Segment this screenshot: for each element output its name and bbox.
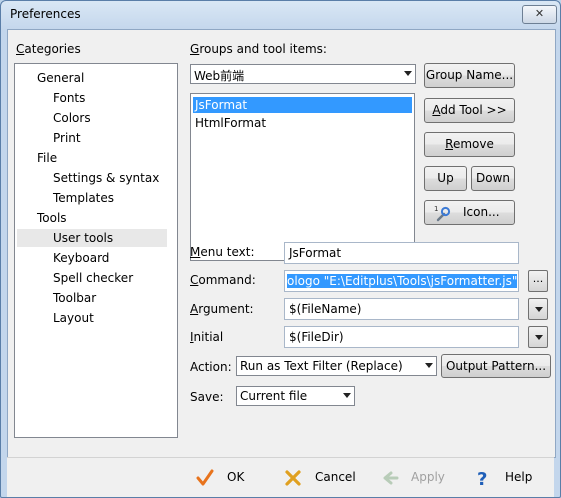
- tree-item-fonts[interactable]: Fonts: [49, 89, 89, 107]
- help-icon: ?: [477, 469, 487, 488]
- save-select[interactable]: Current file: [236, 386, 355, 406]
- groups-label: Groups and tool items:: [190, 42, 327, 56]
- apply-arrow-icon: [383, 471, 399, 485]
- action-label: Action:: [190, 360, 232, 374]
- argument-field[interactable]: $(FileName): [284, 298, 519, 320]
- tool-item-jsformat[interactable]: JsFormat: [193, 97, 412, 113]
- group-select[interactable]: Web前端: [190, 64, 416, 84]
- menu-text-field[interactable]: JsFormat: [284, 242, 519, 264]
- action-select[interactable]: Run as Text Filter (Replace): [236, 356, 437, 376]
- up-button[interactable]: Up: [424, 166, 467, 191]
- tree-item-toolbar[interactable]: Toolbar: [49, 289, 100, 307]
- svg-text:1: 1: [434, 205, 438, 213]
- tree-item-settings-syntax[interactable]: Settings & syntax: [49, 169, 163, 187]
- chevron-down-icon: [404, 71, 412, 76]
- dialog-body: Categories General Fonts Colors Print Fi…: [7, 29, 556, 458]
- action-select-value: Run as Text Filter (Replace): [240, 359, 403, 373]
- browse-command-button[interactable]: ...: [528, 270, 548, 292]
- tree-item-spell-checker[interactable]: Spell checker: [49, 269, 137, 287]
- apply-label: Apply: [411, 470, 445, 484]
- chevron-down-icon: [425, 363, 433, 368]
- help-label: Help: [505, 470, 533, 484]
- command-label: Command:: [190, 273, 256, 287]
- close-button[interactable]: ✕: [522, 5, 557, 24]
- chevron-down-icon: [535, 335, 543, 340]
- add-tool-button[interactable]: Add Tool >>: [424, 98, 515, 123]
- preferences-window: Preferences ✕ Categories General Fonts C…: [0, 0, 561, 498]
- tree-item-colors[interactable]: Colors: [49, 109, 95, 127]
- tree-item-general[interactable]: General: [33, 69, 88, 87]
- tree-item-file[interactable]: File: [33, 149, 61, 167]
- wrench-icon: 1: [434, 205, 451, 222]
- initial-label: Initial: [190, 330, 224, 344]
- chevron-down-icon: [535, 307, 543, 312]
- group-name-button[interactable]: Group Name...: [424, 63, 515, 88]
- window-title: Preferences: [10, 7, 81, 21]
- remove-button[interactable]: Remove: [424, 132, 515, 157]
- icon-button[interactable]: 1 Icon...: [424, 200, 515, 225]
- tree-item-tools[interactable]: Tools: [33, 209, 71, 227]
- chevron-down-icon: [343, 393, 351, 398]
- tree-item-user-tools[interactable]: User tools: [17, 229, 167, 247]
- argument-menu-button[interactable]: [528, 298, 548, 320]
- icon-button-label: Icon...: [463, 205, 500, 219]
- tree-item-layout[interactable]: Layout: [49, 309, 98, 327]
- command-field[interactable]: ologo "E:\Editplus\Tools\jsFormatter.js": [284, 270, 519, 292]
- categories-tree[interactable]: General Fonts Colors Print File Settings…: [14, 63, 178, 438]
- argument-label: Argument:: [190, 302, 254, 316]
- group-select-value: Web前端: [194, 69, 245, 83]
- command-field-value: ologo "E:\Editplus\Tools\jsFormatter.js": [287, 274, 518, 288]
- tool-item-htmlformat[interactable]: HtmlFormat: [193, 115, 412, 131]
- cancel-x-icon: [285, 470, 301, 486]
- svg-text:?: ?: [477, 469, 487, 488]
- ok-label: OK: [227, 470, 245, 484]
- tree-item-print[interactable]: Print: [49, 129, 85, 147]
- down-button[interactable]: Down: [471, 166, 515, 191]
- tree-item-keyboard[interactable]: Keyboard: [49, 249, 113, 267]
- output-pattern-button[interactable]: Output Pattern...: [441, 354, 551, 378]
- save-select-value: Current file: [240, 389, 308, 403]
- tree-item-templates[interactable]: Templates: [49, 189, 118, 207]
- title-bar[interactable]: Preferences ✕: [1, 1, 560, 29]
- initial-dir-field[interactable]: $(FileDir): [284, 326, 519, 348]
- tool-list[interactable]: JsFormat HtmlFormat: [190, 93, 415, 261]
- checkmark-icon: [196, 469, 214, 486]
- categories-label: Categories: [16, 42, 81, 56]
- dialog-footer: OK Cancel Apply ? Help: [7, 457, 554, 497]
- cancel-label: Cancel: [315, 470, 356, 484]
- save-label: Save:: [190, 390, 224, 404]
- menu-text-label: Menu text:: [190, 245, 255, 259]
- initial-dir-menu-button[interactable]: [528, 326, 548, 348]
